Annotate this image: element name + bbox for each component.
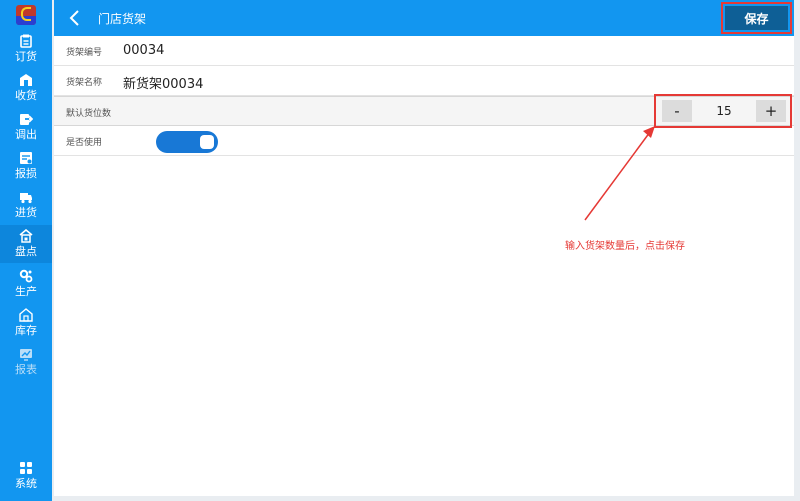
annotation-text: 输入货架数量后，点击保存 [565, 241, 685, 252]
